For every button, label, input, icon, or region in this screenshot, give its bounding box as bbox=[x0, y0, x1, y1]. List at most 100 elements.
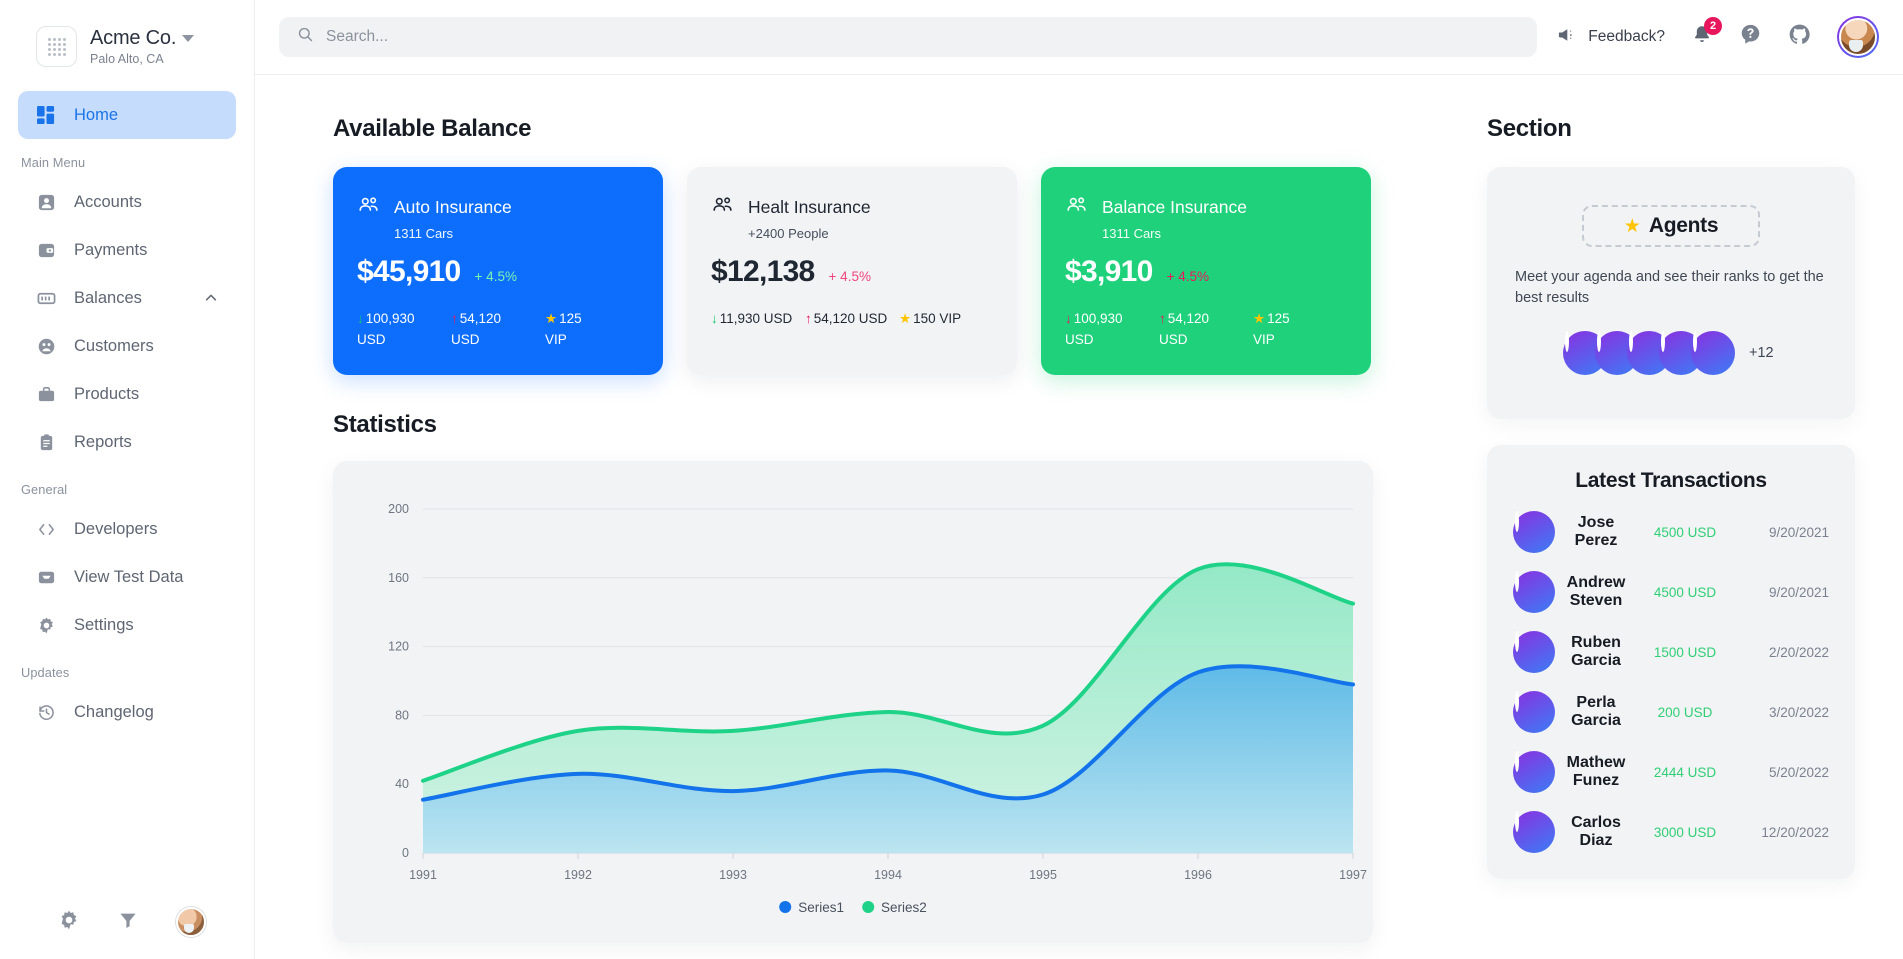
statistics-title: Statistics bbox=[333, 411, 1463, 439]
transaction-name: Perla Garcia bbox=[1555, 694, 1637, 730]
gear-icon[interactable] bbox=[58, 909, 80, 936]
balance-card-auto-insurance[interactable]: Auto Insurance 1311 Cars $45,910 + 4.5% … bbox=[333, 167, 663, 375]
table-row[interactable]: Perla Garcia 200 USD 3/20/2022 bbox=[1513, 691, 1829, 733]
card-subtitle: 1311 Cars bbox=[394, 226, 639, 241]
brand-name: Acme Co. bbox=[90, 27, 176, 49]
sidebar-item-label: Reports bbox=[74, 433, 218, 452]
table-row[interactable]: Carlos Diaz 3000 USD 12/20/2022 bbox=[1513, 811, 1829, 853]
card-stat: ★125 VIP bbox=[1253, 309, 1347, 351]
legend-item-series2[interactable]: Series2 bbox=[862, 900, 927, 915]
table-row[interactable]: Andrew Steven 4500 USD 9/20/2021 bbox=[1513, 571, 1829, 613]
card-title: Balance Insurance bbox=[1102, 197, 1247, 218]
transaction-name: Mathew Funez bbox=[1555, 754, 1637, 790]
arrow-up-icon: ↑ bbox=[805, 309, 812, 330]
card-stat-unit: USD bbox=[357, 330, 451, 351]
latest-transactions-panel: Latest Transactions Jose Perez 4500 USD … bbox=[1487, 445, 1855, 879]
avatar[interactable] bbox=[176, 907, 206, 937]
agents-description: Meet your agenda and see their ranks to … bbox=[1515, 267, 1827, 309]
table-row[interactable]: Jose Perez 4500 USD 9/20/2021 bbox=[1513, 511, 1829, 553]
agents-overflow-count[interactable]: +12 bbox=[1749, 345, 1774, 361]
help-circle-icon[interactable] bbox=[1739, 23, 1762, 51]
sidebar-item-label: Home bbox=[74, 106, 218, 125]
notifications-button[interactable]: 2 bbox=[1691, 24, 1713, 51]
people-group-icon bbox=[357, 193, 381, 222]
caret-down-icon[interactable] bbox=[182, 35, 194, 42]
sidebar-item-label: Settings bbox=[74, 616, 218, 635]
transaction-name: Andrew Steven bbox=[1555, 574, 1637, 610]
sidebar-footer bbox=[0, 907, 255, 937]
transaction-amount: 2444 USD bbox=[1637, 765, 1733, 780]
svg-text:1993: 1993 bbox=[719, 868, 747, 882]
sidebar-item-home[interactable]: Home bbox=[18, 91, 236, 139]
sidebar-item-accounts[interactable]: Accounts bbox=[18, 178, 236, 226]
legend-color-swatch bbox=[779, 901, 791, 913]
sidebar-item-settings[interactable]: Settings bbox=[18, 601, 236, 649]
legend-item-series1[interactable]: Series1 bbox=[779, 900, 844, 915]
avatar bbox=[1513, 691, 1555, 733]
inbox-icon bbox=[36, 567, 57, 588]
transaction-date: 2/20/2022 bbox=[1733, 645, 1829, 660]
people-group-icon bbox=[711, 193, 735, 222]
sidebar-item-developers[interactable]: Developers bbox=[18, 505, 236, 553]
area-chart[interactable]: 0408012016020019911992199319941995199619… bbox=[333, 461, 1373, 943]
feedback-button[interactable]: Feedback? bbox=[1557, 24, 1665, 50]
feedback-label: Feedback? bbox=[1588, 28, 1665, 46]
notification-badge: 2 bbox=[1704, 17, 1722, 35]
sidebar-group-label: Updates bbox=[0, 649, 254, 688]
card-stat: ↑54,120 USD bbox=[451, 309, 545, 351]
card-delta: + 4.5% bbox=[1167, 269, 1209, 284]
brand-switcher[interactable]: Acme Co. Palo Alto, CA bbox=[0, 0, 254, 67]
search-bar[interactable] bbox=[279, 17, 1537, 57]
dashboard-icon bbox=[36, 105, 57, 126]
agents-pill-button[interactable]: ★ Agents bbox=[1582, 205, 1760, 247]
agents-label: Agents bbox=[1649, 214, 1718, 238]
sidebar-item-label: Accounts bbox=[74, 193, 218, 212]
filter-icon[interactable] bbox=[118, 910, 138, 935]
table-row[interactable]: Mathew Funez 2444 USD 5/20/2022 bbox=[1513, 751, 1829, 793]
avatar bbox=[1513, 571, 1555, 613]
profile-avatar[interactable] bbox=[1837, 16, 1879, 58]
svg-text:0: 0 bbox=[402, 846, 409, 860]
svg-text:1997: 1997 bbox=[1339, 868, 1367, 882]
card-title: Auto Insurance bbox=[394, 197, 512, 218]
card-amount: $12,138 bbox=[711, 255, 815, 289]
search-input[interactable] bbox=[326, 28, 1519, 46]
card-delta: + 4.5% bbox=[475, 269, 517, 284]
sidebar-item-view-test-data[interactable]: View Test Data bbox=[18, 553, 236, 601]
sidebar-item-balances[interactable]: Balances bbox=[18, 274, 236, 322]
card-stat-value: 11,930 USD bbox=[720, 309, 793, 330]
card-stat-value: 54,120 bbox=[1168, 309, 1209, 330]
agent-avatar[interactable] bbox=[1691, 331, 1735, 375]
card-stat: ↓100,930 USD bbox=[357, 309, 451, 351]
topbar: Feedback? 2 bbox=[255, 0, 1903, 75]
balance-card-balance-insurance[interactable]: Balance Insurance 1311 Cars $3,910 + 4.5… bbox=[1041, 167, 1371, 375]
search-icon bbox=[297, 26, 314, 48]
sidebar-item-label: Products bbox=[74, 385, 218, 404]
megaphone-icon bbox=[1557, 24, 1578, 50]
customers-icon bbox=[36, 336, 57, 357]
bell-icon bbox=[1691, 33, 1713, 50]
transaction-date: 12/20/2022 bbox=[1733, 825, 1829, 840]
main-area: Feedback? 2 bbox=[255, 0, 1903, 959]
chevron-up-icon[interactable] bbox=[204, 291, 218, 305]
github-icon[interactable] bbox=[1788, 23, 1811, 51]
transaction-amount: 200 USD bbox=[1637, 705, 1733, 720]
card-stat-value: 100,930 bbox=[366, 309, 415, 330]
sidebar-item-payments[interactable]: Payments bbox=[18, 226, 236, 274]
sidebar-item-changelog[interactable]: Changelog bbox=[18, 688, 236, 736]
sidebar-group-label: General bbox=[0, 466, 254, 505]
arrow-down-icon: ↓ bbox=[711, 309, 718, 330]
sidebar-item-reports[interactable]: Reports bbox=[18, 418, 236, 466]
table-row[interactable]: Ruben Garcia 1500 USD 2/20/2022 bbox=[1513, 631, 1829, 673]
svg-text:120: 120 bbox=[388, 639, 409, 653]
balance-cards: Auto Insurance 1311 Cars $45,910 + 4.5% … bbox=[333, 167, 1463, 385]
balance-card-health-insurance[interactable]: Healt Insurance +2400 People $12,138 + 4… bbox=[687, 167, 1017, 375]
transactions-title: Latest Transactions bbox=[1513, 469, 1829, 493]
transaction-amount: 4500 USD bbox=[1637, 585, 1733, 600]
transaction-amount: 3000 USD bbox=[1637, 825, 1733, 840]
sidebar-item-products[interactable]: Products bbox=[18, 370, 236, 418]
card-title: Healt Insurance bbox=[748, 197, 871, 218]
statistics-chart-card[interactable]: 0408012016020019911992199319941995199619… bbox=[333, 461, 1373, 943]
sidebar-item-customers[interactable]: Customers bbox=[18, 322, 236, 370]
sidebar-item-label: Developers bbox=[74, 520, 218, 539]
